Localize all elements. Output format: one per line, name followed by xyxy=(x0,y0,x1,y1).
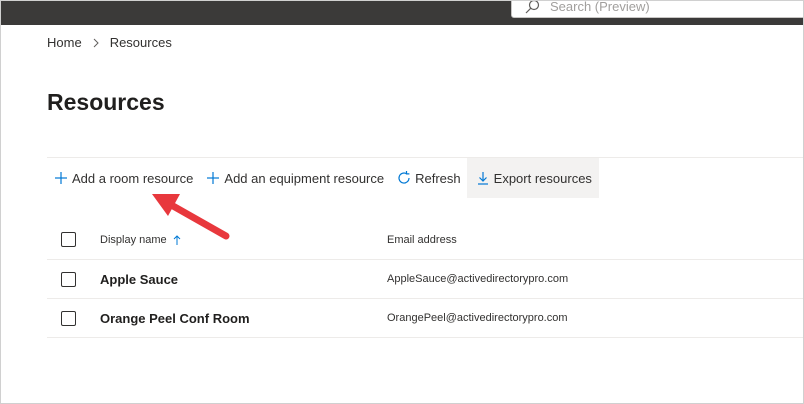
resource-name[interactable]: Orange Peel Conf Room xyxy=(100,311,250,326)
table-header-row: Display name Email address xyxy=(47,220,803,260)
column-header-email[interactable]: Email address xyxy=(387,234,457,246)
breadcrumb: Home Resources xyxy=(47,35,172,50)
export-resources-label: Export resources xyxy=(493,170,592,186)
resource-name[interactable]: Apple Sauce xyxy=(100,272,178,287)
search-icon xyxy=(525,1,540,13)
search-input[interactable]: Search (Preview) xyxy=(550,1,650,14)
search-box[interactable]: Search (Preview) xyxy=(511,1,803,18)
add-equipment-resource-label: Add an equipment resource xyxy=(224,170,385,186)
row-checkbox[interactable] xyxy=(61,271,76,287)
resources-table: Display name Email address Apple Sauce A… xyxy=(47,220,803,338)
row-checkbox[interactable] xyxy=(61,310,76,326)
download-icon xyxy=(477,172,488,185)
breadcrumb-home[interactable]: Home xyxy=(47,35,82,50)
refresh-button[interactable]: Refresh xyxy=(390,158,467,198)
plus-icon xyxy=(55,172,67,184)
breadcrumb-current: Resources xyxy=(109,35,172,50)
display-name-header-label: Display name xyxy=(100,233,167,246)
app-window: Search (Preview) Home Resources Resource… xyxy=(0,0,804,404)
resource-email: AppleSauce@activedirectorypro.com xyxy=(387,273,569,285)
table-row[interactable]: Orange Peel Conf Room OrangePeel@actived… xyxy=(47,299,803,338)
chevron-right-icon xyxy=(93,38,99,47)
table-row[interactable]: Apple Sauce AppleSauce@activedirectorypr… xyxy=(47,260,803,299)
refresh-label: Refresh xyxy=(415,170,461,186)
column-header-display-name[interactable]: Display name xyxy=(100,234,181,246)
add-room-resource-label: Add a room resource xyxy=(72,170,194,186)
resource-email: OrangePeel@activedirectorypro.com xyxy=(387,312,568,324)
command-bar: Add a room resource Add an equipment res… xyxy=(47,158,599,198)
refresh-icon xyxy=(398,171,410,184)
export-resources-button[interactable]: Export resources xyxy=(466,158,599,198)
sort-ascending-icon xyxy=(173,234,180,245)
page-title: Resources xyxy=(47,89,165,115)
select-all-checkbox[interactable] xyxy=(61,232,76,247)
plus-icon xyxy=(207,172,220,184)
